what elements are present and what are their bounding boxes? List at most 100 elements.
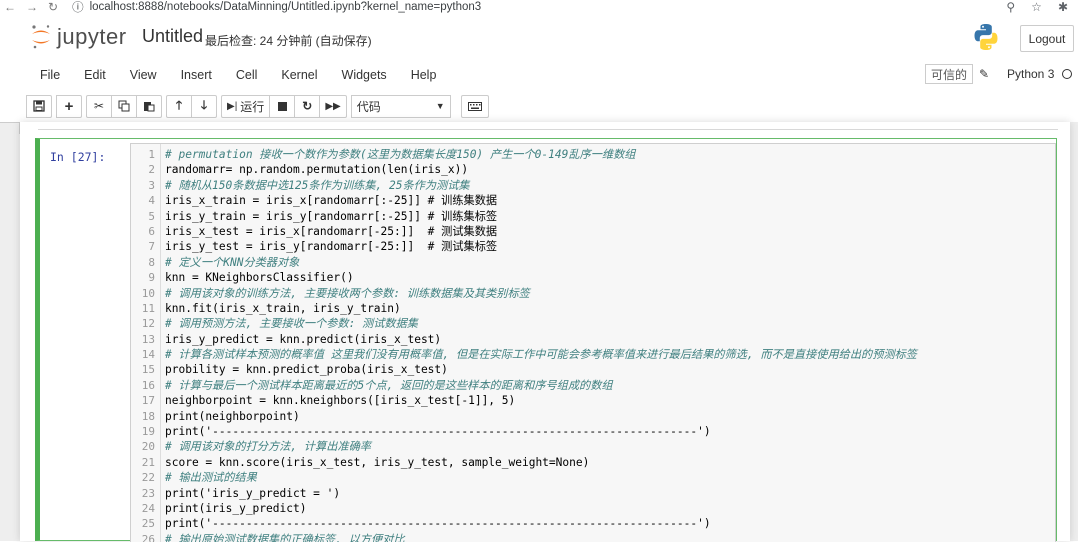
- scissors-icon: ✂: [93, 99, 105, 113]
- code-text: knn.fit(iris_x_train, iris_y_train): [165, 301, 401, 315]
- jupyter-logo-text: jupyter: [57, 24, 127, 49]
- menu-file[interactable]: File: [28, 68, 72, 82]
- code-lines: 1 # permutation 接收一个数作为参数(这里为数据集长度150) 产生…: [131, 147, 1055, 542]
- trusted-indicator[interactable]: 可信的: [925, 64, 974, 84]
- bookmark-star-icon[interactable]: ☆: [1031, 0, 1042, 14]
- code-line[interactable]: 18 print(neighborpoint): [131, 409, 1055, 424]
- extension-icon[interactable]: ✱: [1058, 0, 1068, 14]
- line-number: 14: [141, 348, 155, 362]
- code-text: # 调用该对象的打分方法, 计算出准确率: [165, 440, 371, 454]
- python-logo-icon: [974, 24, 998, 50]
- move-up-button[interactable]: 🡑: [166, 94, 192, 118]
- forward-icon[interactable]: →: [26, 1, 38, 13]
- code-text: # permutation 接收一个数作为参数(这里为数据集长度150) 产生一…: [165, 148, 636, 161]
- address-bar[interactable]: ⓘ localhost:8888/notebooks/DataMinning/U…: [72, 0, 481, 15]
- copy-icon: [118, 100, 130, 112]
- plus-icon: +: [64, 97, 74, 115]
- pencil-icon[interactable]: ✎: [979, 67, 989, 81]
- notebook-title[interactable]: Untitled: [142, 26, 203, 47]
- code-line[interactable]: 12 # 调用预测方法, 主要接收一个参数: 测试数据集: [131, 316, 1055, 331]
- line-number: 19: [141, 425, 155, 439]
- back-icon[interactable]: ←: [4, 1, 16, 13]
- menu-widgets[interactable]: Widgets: [330, 68, 399, 82]
- notebook-toolbar: + ✂ 🡑 🡓 ▶| 运行 ↻ ▶▶ 代码 ▼: [26, 94, 489, 118]
- line-number: 15: [141, 363, 155, 377]
- code-line[interactable]: 15 probility = knn.predict_proba(iris_x_t…: [131, 362, 1055, 377]
- zoom-icon[interactable]: ⚲: [1006, 0, 1015, 14]
- step-forward-icon: ▶|: [227, 100, 238, 112]
- menu-insert[interactable]: Insert: [169, 68, 224, 82]
- code-text: # 随机从150条数据中选125条作为训练集, 25条作为测试集: [165, 178, 470, 192]
- info-icon: ⓘ: [72, 2, 84, 14]
- paste-icon: [144, 102, 155, 112]
- menu-view[interactable]: View: [118, 68, 169, 82]
- code-line[interactable]: 20 # 调用该对象的打分方法, 计算出准确率: [131, 439, 1055, 454]
- kernel-name[interactable]: Python 3: [1007, 67, 1054, 81]
- line-number: 16: [141, 378, 155, 392]
- code-line[interactable]: 7 iris_y_test = iris_y[randomarr[-25:]] #…: [131, 239, 1055, 254]
- command-palette-button[interactable]: [460, 94, 489, 118]
- code-text: # 计算与最后一个测试样本距离最近的5个点, 返回的是这些样本的距离和序号组成的…: [165, 378, 613, 392]
- cell-type-select[interactable]: 代码 ▼: [350, 94, 451, 118]
- menu-edit[interactable]: Edit: [72, 68, 118, 82]
- move-down-button[interactable]: 🡓: [191, 94, 217, 118]
- code-line[interactable]: 13 iris_y_predict = knn.predict(iris_x_te…: [131, 332, 1055, 347]
- line-number: 25: [141, 517, 155, 531]
- cell-prompt: In [27]:: [50, 150, 106, 164]
- reload-icon[interactable]: ↻: [48, 1, 58, 13]
- menu-help[interactable]: Help: [399, 68, 449, 82]
- menubar: File Edit View Insert Cell Kernel Widget…: [28, 64, 1078, 86]
- code-line[interactable]: 16 # 计算与最后一个测试样本距离最近的5个点, 返回的是这些样本的距离和序号组…: [131, 378, 1055, 393]
- run-button[interactable]: ▶| 运行: [221, 94, 271, 118]
- save-button[interactable]: [26, 94, 52, 118]
- code-line[interactable]: 19 print('-------------------------------…: [131, 424, 1055, 439]
- code-line[interactable]: 5 iris_y_train = iris_y[randomarr[:-25]] …: [131, 209, 1055, 224]
- browser-bar: ← → ↻ ⓘ localhost:8888/notebooks/DataMin…: [0, 0, 1078, 14]
- line-number: 11: [141, 301, 155, 315]
- line-number: 1: [148, 148, 155, 161]
- code-text: iris_x_train = iris_x[randomarr[:-25]] #…: [165, 194, 498, 208]
- cut-button[interactable]: ✂: [86, 94, 112, 118]
- insert-cell-button[interactable]: +: [56, 94, 82, 118]
- notebook-area: In [27]: 1 # permutation 接收一个数作为参数(这里为数据集…: [0, 122, 1078, 542]
- restart-run-all-button[interactable]: ▶▶: [319, 94, 347, 118]
- run-label: 运行: [240, 99, 265, 114]
- menu-kernel[interactable]: Kernel: [269, 68, 329, 82]
- code-editor[interactable]: 1 # permutation 接收一个数作为参数(这里为数据集长度150) 产生…: [130, 143, 1056, 542]
- copy-button[interactable]: [111, 94, 137, 118]
- line-number: 10: [141, 286, 155, 300]
- code-line[interactable]: 17 neighborpoint = knn.kneighbors([iris_x…: [131, 393, 1055, 408]
- code-line[interactable]: 24 print(iris_y_predict): [131, 501, 1055, 516]
- jupyter-logo[interactable]: jupyter: [30, 24, 127, 50]
- line-number: 7: [148, 240, 155, 254]
- logout-button[interactable]: Logout: [1020, 25, 1074, 52]
- code-text: print(iris_y_predict): [165, 501, 307, 515]
- code-line[interactable]: 21 score = knn.score(iris_x_test, iris_y_…: [131, 455, 1055, 470]
- menu-cell[interactable]: Cell: [224, 68, 270, 82]
- code-line[interactable]: 4 iris_x_train = iris_x[randomarr[:-25]] …: [131, 193, 1055, 208]
- restart-button[interactable]: ↻: [294, 94, 321, 118]
- code-line[interactable]: 9 knn = KNeighborsClassifier(): [131, 270, 1055, 285]
- code-text: # 输出测试的结果: [165, 471, 257, 485]
- code-text: # 调用该对象的训练方法, 主要接收两个参数: 训练数据集及其类别标签: [165, 286, 530, 300]
- code-line[interactable]: 8 # 定义一个KNN分类器对象: [131, 255, 1055, 270]
- code-cell[interactable]: In [27]: 1 # permutation 接收一个数作为参数(这里为数据集…: [35, 138, 1057, 542]
- code-line[interactable]: 1 # permutation 接收一个数作为参数(这里为数据集长度150) 产生…: [131, 147, 1055, 162]
- code-line[interactable]: 10 # 调用该对象的训练方法, 主要接收两个参数: 训练数据集及其类别标签: [131, 286, 1055, 301]
- code-line[interactable]: 11 knn.fit(iris_x_train, iris_y_train): [131, 301, 1055, 316]
- paste-button[interactable]: [136, 94, 162, 118]
- code-line[interactable]: 14 # 计算各测试样本预测的概率值 这里我们没有用概率值, 但是在实际工作中可能…: [131, 347, 1055, 362]
- code-line[interactable]: 3 # 随机从150条数据中选125条作为训练集, 25条作为测试集: [131, 178, 1055, 193]
- code-line[interactable]: 2 randomarr= np.random.permutation(len(ir…: [131, 162, 1055, 177]
- browser-actions: ⚲ ☆ ✱: [1006, 0, 1078, 14]
- code-line[interactable]: 26 # 输出原始测试数据集的正确标签, 以方便对比: [131, 532, 1055, 542]
- code-text: # 计算各测试样本预测的概率值 这里我们没有用概率值, 但是在实际工作中可能会参…: [165, 348, 917, 362]
- code-line[interactable]: 22 # 输出测试的结果: [131, 470, 1055, 485]
- arrow-up-icon: 🡑: [175, 97, 183, 112]
- interrupt-button[interactable]: [269, 94, 296, 118]
- code-text: print('---------------------------------…: [165, 517, 711, 531]
- code-line[interactable]: 25 print('-------------------------------…: [131, 516, 1055, 531]
- code-line[interactable]: 6 iris_x_test = iris_x[randomarr[-25:]] #…: [131, 224, 1055, 239]
- code-line[interactable]: 23 print('iris_y_predict = '): [131, 486, 1055, 501]
- line-number: 8: [148, 255, 155, 269]
